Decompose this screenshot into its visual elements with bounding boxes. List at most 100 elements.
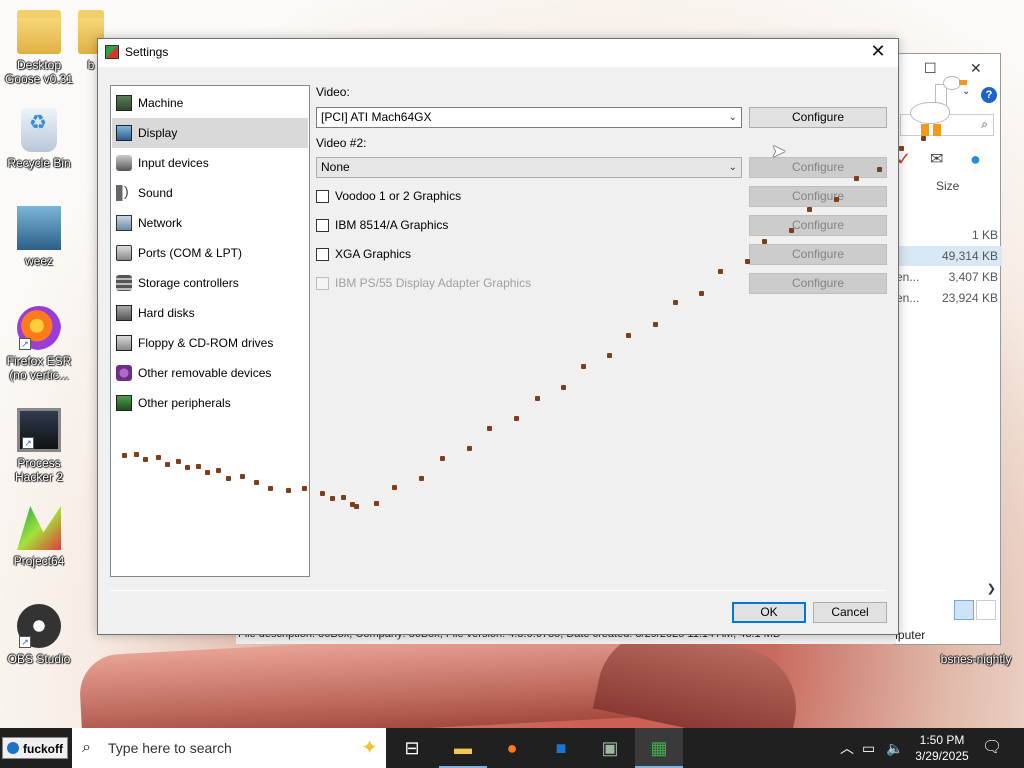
hard-disk-icon bbox=[116, 305, 132, 321]
column-header-size[interactable]: Size bbox=[936, 179, 959, 193]
desktop-icon-firefox[interactable]: ↗ Firefox ESR (no vertic... bbox=[1, 306, 77, 382]
task-view-icon[interactable]: ⊟ bbox=[388, 728, 436, 768]
ibm8514-configure-button[interactable]: Configure bbox=[749, 215, 887, 236]
nav-item-other-removable[interactable]: Other removable devices bbox=[112, 358, 308, 388]
settings-dialog[interactable]: Settings ✕ Machine Display Input devices… bbox=[97, 38, 899, 635]
video-configure-button[interactable]: Configure bbox=[749, 107, 887, 128]
nav-item-hard-disks[interactable]: Hard disks bbox=[112, 298, 308, 328]
notifications-icon[interactable]: 🗨 bbox=[982, 728, 1002, 768]
desktop-icon-project64[interactable]: Project64 bbox=[1, 506, 77, 568]
help-icon[interactable]: ? bbox=[981, 87, 997, 103]
xga-configure-button[interactable]: Configure bbox=[749, 244, 887, 265]
mud-footprint bbox=[699, 291, 704, 296]
xga-checkbox[interactable]: XGA Graphics bbox=[316, 247, 411, 261]
ibm8514-checkbox[interactable]: IBM 8514/A Graphics bbox=[316, 218, 448, 232]
list-item[interactable]: en... 3,407 KB bbox=[894, 267, 1002, 287]
process-hacker-icon[interactable]: ▣ bbox=[586, 728, 634, 768]
nav-item-other-peripherals[interactable]: Other peripherals bbox=[112, 388, 308, 418]
mud-footprint bbox=[196, 464, 201, 469]
mud-footprint bbox=[440, 456, 445, 461]
settings-category-list[interactable]: Machine Display Input devices Sound Netw… bbox=[110, 85, 310, 577]
volume-muted-icon[interactable]: 🔈 bbox=[886, 728, 903, 768]
mud-footprint bbox=[718, 269, 723, 274]
video-select[interactable]: [PCI] ATI Mach64GX ⌄ bbox=[316, 107, 742, 128]
obs-icon: ↗ bbox=[17, 604, 61, 648]
details-view-icon[interactable] bbox=[954, 600, 974, 620]
desktop-icon-process-hacker[interactable]: ↗ Process Hacker 2 bbox=[1, 408, 77, 484]
sphere-icon[interactable]: ● bbox=[970, 149, 981, 170]
desktop-icon-desktop-goose[interactable]: Desktop Goose v0.31 bbox=[1, 10, 77, 86]
86box-icon[interactable]: ▦ bbox=[635, 728, 683, 768]
floppy-icon bbox=[116, 335, 132, 351]
close-icon[interactable]: ✕ bbox=[866, 41, 890, 62]
nav-item-ports[interactable]: Ports (COM & LPT) bbox=[112, 238, 308, 268]
mud-footprint bbox=[535, 396, 540, 401]
list-item[interactable]: 1 KB bbox=[894, 225, 1002, 245]
ps55-configure-button[interactable]: Configure bbox=[749, 273, 887, 294]
desktop-icon-bsnes[interactable]: bsnes-nightly bbox=[936, 652, 1016, 666]
mud-footprint bbox=[156, 455, 161, 460]
cancel-button[interactable]: Cancel bbox=[813, 602, 887, 623]
86box-icon bbox=[105, 45, 119, 59]
mud-footprint bbox=[341, 495, 346, 500]
video2-configure-button[interactable]: Configure bbox=[749, 157, 887, 178]
mud-footprint bbox=[254, 480, 259, 485]
system-clock[interactable]: 1:50 PM 3/29/2025 bbox=[912, 732, 972, 764]
nav-item-input-devices[interactable]: Input devices bbox=[112, 148, 308, 178]
nav-item-sound[interactable]: Sound bbox=[112, 178, 308, 208]
mouse-cursor-icon: ➤ bbox=[771, 141, 787, 161]
ok-button[interactable]: OK bbox=[732, 602, 806, 623]
close-icon[interactable]: ✕ bbox=[970, 60, 982, 77]
folder-icon bbox=[17, 10, 61, 54]
storage-controllers-icon bbox=[116, 275, 132, 291]
search-icon: ⌕ bbox=[82, 739, 91, 756]
mud-footprint bbox=[762, 239, 767, 244]
outlook-icon[interactable]: ■ bbox=[537, 728, 585, 768]
show-hidden-icons-icon[interactable]: ︿ bbox=[840, 728, 854, 768]
machine-icon bbox=[116, 95, 132, 111]
nav-item-floppy-cdrom[interactable]: Floppy & CD-ROM drives bbox=[112, 328, 308, 358]
nav-item-network[interactable]: Network bbox=[112, 208, 308, 238]
list-item[interactable]: 49,314 KB bbox=[894, 246, 1002, 266]
mud-footprint bbox=[374, 501, 379, 506]
recycle-bin-icon bbox=[21, 108, 57, 152]
taskbar-search-box[interactable]: ⌕ Type here to search ✦ bbox=[72, 728, 386, 768]
nav-item-storage-controllers[interactable]: Storage controllers bbox=[112, 268, 308, 298]
search-icon: ⌕ bbox=[981, 117, 988, 131]
desktop-icon-recycle-bin[interactable]: Recycle Bin bbox=[1, 108, 77, 170]
network-status-icon[interactable]: ▭ bbox=[862, 728, 875, 768]
mud-footprint bbox=[467, 446, 472, 451]
mud-footprint bbox=[240, 474, 245, 479]
list-item[interactable]: en... 23,924 KB bbox=[894, 288, 1002, 308]
view-toggle-buttons[interactable] bbox=[954, 600, 998, 623]
large-icons-view-icon[interactable] bbox=[976, 600, 996, 620]
voodoo-configure-button[interactable]: Configure bbox=[749, 186, 887, 207]
mud-footprint bbox=[185, 465, 190, 470]
video2-select[interactable]: None ⌄ bbox=[316, 157, 742, 178]
nav-item-display[interactable]: Display bbox=[112, 118, 308, 148]
ps55-checkbox[interactable]: IBM PS/55 Display Adapter Graphics bbox=[316, 276, 531, 290]
nav-item-machine[interactable]: Machine bbox=[112, 88, 308, 118]
desktop-icon-weez[interactable]: weez bbox=[1, 206, 77, 268]
desktop-goose[interactable] bbox=[905, 72, 967, 142]
mud-footprint bbox=[205, 470, 210, 475]
dialog-title: Settings bbox=[125, 45, 169, 59]
mud-footprint bbox=[607, 353, 612, 358]
scroll-right-icon[interactable]: ❯ bbox=[987, 582, 996, 595]
mail-icon[interactable]: ✉ bbox=[930, 149, 943, 169]
voodoo-checkbox[interactable]: Voodoo 1 or 2 Graphics bbox=[316, 189, 461, 203]
firefox-icon[interactable]: ● bbox=[488, 728, 536, 768]
file-explorer-icon[interactable]: ▬ bbox=[439, 728, 487, 768]
mud-footprint bbox=[134, 452, 139, 457]
mud-footprint bbox=[561, 385, 566, 390]
firefox-icon: ↗ bbox=[17, 306, 61, 350]
mud-footprint bbox=[745, 259, 750, 264]
chevron-down-icon: ⌄ bbox=[728, 112, 737, 123]
mud-footprint bbox=[834, 197, 839, 202]
mud-footprint bbox=[176, 459, 181, 464]
mud-footprint bbox=[165, 462, 170, 467]
dialog-titlebar[interactable]: Settings ✕ bbox=[98, 39, 898, 67]
display-settings-panel: Video: [PCI] ATI Mach64GX ⌄ Configure Vi… bbox=[316, 85, 888, 577]
desktop-icon-obs[interactable]: ↗ OBS Studio bbox=[1, 604, 77, 666]
start-button[interactable]: fuckoff bbox=[2, 737, 68, 759]
